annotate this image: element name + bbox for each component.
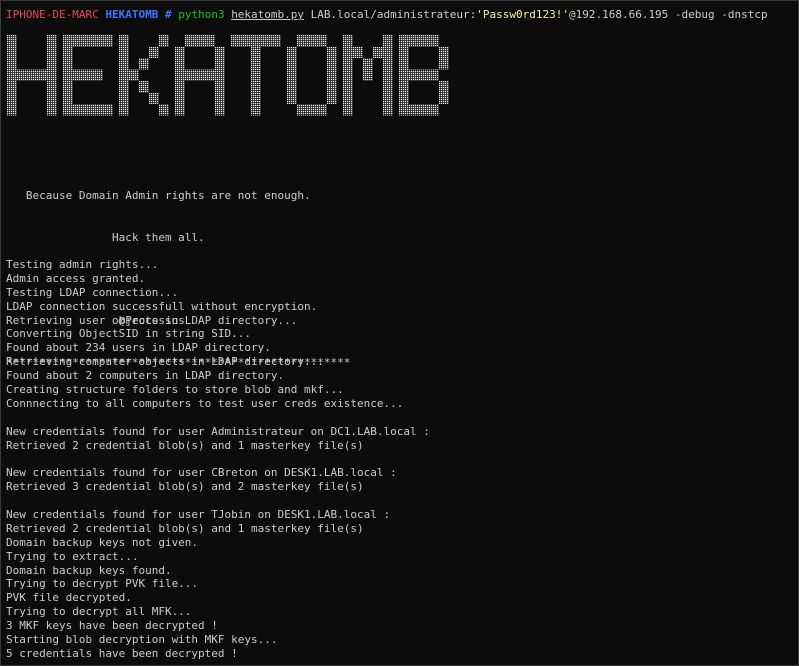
log-line: 3 MKF keys have been decrypted ! bbox=[6, 619, 218, 633]
terminal-window[interactable]: IPHONE-DE-MARC HEKATOMB # python3 hekato… bbox=[0, 0, 799, 666]
logo-letter bbox=[119, 35, 169, 116]
command-password: 'Passw0rd123!' bbox=[476, 8, 569, 21]
script-filename: hekatomb.py bbox=[231, 8, 305, 21]
log-line: Retrieved 2 credential blob(s) and 1 mas… bbox=[6, 438, 364, 452]
logo-letter bbox=[7, 35, 57, 116]
log-line: New credentials found for user CBreton o… bbox=[6, 466, 397, 480]
log-line: New credentials found for user TJobin on… bbox=[6, 508, 391, 522]
log-line: Admin access granted. bbox=[6, 271, 146, 285]
log-line: Trying to decrypt all MFK... bbox=[6, 605, 192, 619]
log-line: Found about 234 users in LDAP directory. bbox=[6, 341, 271, 355]
log-line: Starting blob decryption with MKF keys..… bbox=[6, 633, 278, 647]
log-line: PVK file decrypted. bbox=[6, 591, 132, 605]
log-line: New credentials found for user Administr… bbox=[6, 424, 430, 438]
tagline-line: Because Domain Admin rights are not enou… bbox=[6, 188, 311, 202]
command-target: LAB.local/administrateur: bbox=[310, 8, 477, 21]
log-line: 5 credentials have been decrypted ! bbox=[6, 646, 238, 660]
command-prompt-line: IPHONE-DE-MARC HEKATOMB # python3 hekato… bbox=[6, 8, 768, 22]
prompt-directory: HEKATOMB bbox=[105, 8, 159, 21]
prompt-symbol: # bbox=[164, 8, 172, 21]
logo-letter bbox=[399, 35, 449, 116]
logo-letter bbox=[343, 35, 393, 116]
hekatomb-ascii-logo bbox=[7, 31, 451, 121]
prompt-hostname: IPHONE-DE-MARC bbox=[6, 8, 99, 21]
command-name: python3 bbox=[178, 8, 225, 21]
log-line: Domain backup keys found. bbox=[6, 563, 172, 577]
log-line: Connnecting to all computers to test use… bbox=[6, 396, 404, 410]
log-line: Retrieved 3 credential blob(s) and 2 mas… bbox=[6, 480, 364, 494]
log-line: Domain backup keys not given. bbox=[6, 535, 199, 549]
log-line: Testing admin rights... bbox=[6, 258, 159, 271]
log-line: Testing LDAP connection... bbox=[6, 285, 179, 299]
log-line: Found about 2 computers in LDAP director… bbox=[6, 369, 285, 383]
command-args: @192.168.66.195 -debug -dnstcp bbox=[568, 8, 768, 21]
tagline-line: Hack them all. bbox=[6, 230, 205, 244]
output-log: Testing admin rights... Admin access gran… bbox=[6, 258, 430, 661]
log-line: Trying to extract... bbox=[6, 549, 139, 563]
logo-letter bbox=[287, 35, 337, 116]
log-line: Converting ObjectSID in string SID... bbox=[6, 327, 252, 341]
log-line: Creating structure folders to store blob… bbox=[6, 383, 344, 397]
log-line: Retrieving user objects in LDAP director… bbox=[6, 313, 298, 327]
log-line: Retrieving computer objects in LDAP dire… bbox=[6, 355, 324, 369]
log-line: Trying to decrypt PVK file... bbox=[6, 577, 199, 591]
log-line: Retrieved 2 credential blob(s) and 1 mas… bbox=[6, 521, 364, 535]
logo-letter bbox=[231, 35, 281, 116]
log-line: LDAP connection successfull without encr… bbox=[6, 299, 318, 313]
logo-letter bbox=[175, 35, 225, 116]
logo-letter bbox=[63, 35, 113, 116]
